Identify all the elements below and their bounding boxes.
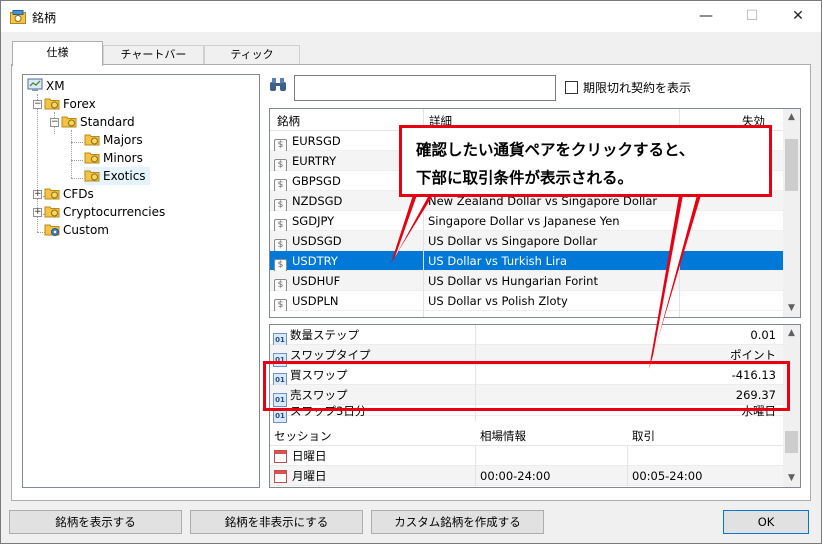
- title-bar: 銘柄 — ☐ ✕: [1, 1, 821, 32]
- swap-highlight-box: [263, 361, 790, 411]
- col-header-session: セッション: [274, 429, 332, 443]
- ok-button[interactable]: OK: [723, 510, 809, 534]
- symbol-detail: US Dollar vs Polish Zloty: [428, 294, 568, 308]
- server-icon: [27, 78, 43, 91]
- symbols-scrollbar[interactable]: ▲ ▼: [783, 109, 800, 317]
- symbol-detail: US Dollar vs Hungarian Forint: [428, 274, 598, 288]
- session-day: 月曜日: [292, 469, 327, 483]
- currency-symbol-icon: $: [274, 199, 287, 211]
- session-quote-hours: 00:00-24:00: [480, 469, 551, 483]
- calendar-icon: [274, 450, 287, 463]
- tree-node-standard[interactable]: Standard: [61, 113, 135, 131]
- symbol-search-input[interactable]: [294, 75, 556, 101]
- property-name: スワップタイプ: [290, 348, 371, 362]
- scroll-up-arrow[interactable]: ▲: [783, 325, 800, 342]
- session-row[interactable]: 月曜日 00:00-24:00 00:05-24:00: [270, 466, 784, 486]
- tree-node-minors[interactable]: Minors: [84, 149, 143, 167]
- symbol-row[interactable]: $ USDHUF US Dollar vs Hungarian Forint: [270, 271, 784, 291]
- symbol-row[interactable]: $ USDTRY US Dollar vs Turkish Lira: [270, 251, 784, 271]
- tree-node-cfds[interactable]: CFDs: [44, 185, 94, 203]
- symbol-tree[interactable]: XM − Forex − Standard Majors Minors Exot…: [22, 74, 260, 488]
- tree-node-forex[interactable]: Forex: [44, 95, 96, 113]
- symbols-app-icon: [10, 10, 26, 24]
- col-header-quote: 相場情報: [480, 429, 526, 443]
- symbol-name: EURSGD: [292, 134, 341, 148]
- symbol-detail: US Dollar vs Turkish Lira: [428, 254, 567, 268]
- show-expired-checkbox[interactable]: [565, 81, 578, 94]
- calendar-icon: [274, 470, 287, 483]
- expand-crypto-toggle[interactable]: +: [33, 208, 42, 217]
- symbols-window: 銘柄 — ☐ ✕ 仕様 チャートバー ティック XM − Forex − Sta…: [0, 0, 822, 544]
- folder-icon: [84, 134, 100, 146]
- session-trade-hours: 00:05-24:00: [632, 469, 703, 483]
- folder-icon: [84, 152, 100, 164]
- symbol-name: EURTRY: [292, 154, 337, 168]
- binoculars-icon[interactable]: [269, 77, 287, 93]
- symbol-name: SGDJPY: [292, 214, 335, 228]
- tree-node-cryptocurrencies[interactable]: Cryptocurrencies: [44, 203, 165, 221]
- scroll-down-arrow[interactable]: ▼: [783, 470, 800, 487]
- symbol-row[interactable]: $ USDPLN US Dollar vs Polish Zloty: [270, 291, 784, 311]
- maximize-button[interactable]: ☐: [729, 1, 775, 32]
- symbol-name: USDTRY: [292, 254, 338, 268]
- currency-symbol-icon: $: [274, 179, 287, 191]
- folder-icon: [44, 98, 60, 110]
- session-day: 日曜日: [292, 449, 327, 463]
- collapse-standard-toggle[interactable]: −: [50, 118, 59, 127]
- scroll-thumb[interactable]: [785, 139, 798, 191]
- custom-folder-icon: [44, 224, 60, 236]
- currency-symbol-icon: $: [274, 279, 287, 291]
- annotation-line-2: 下部に取引条件が表示される。: [416, 169, 634, 187]
- scroll-up-arrow[interactable]: ▲: [783, 109, 800, 126]
- currency-symbol-icon: $: [274, 259, 287, 271]
- property-row[interactable]: 01 数量ステップ 0.01: [270, 325, 784, 347]
- session-row[interactable]: 日曜日: [270, 446, 784, 466]
- currency-symbol-icon: $: [274, 299, 287, 311]
- folder-icon: [61, 116, 77, 128]
- scroll-thumb[interactable]: [785, 431, 798, 453]
- hide-symbol-button[interactable]: 銘柄を非表示にする: [190, 510, 363, 534]
- property-name: 数量ステップ: [290, 328, 359, 342]
- currency-symbol-icon: $: [274, 239, 287, 251]
- tree-node-custom[interactable]: Custom: [44, 221, 109, 239]
- show-expired-label: 期限切れ契約を表示: [583, 81, 692, 95]
- minimize-button[interactable]: —: [683, 1, 729, 32]
- collapse-forex-toggle[interactable]: −: [33, 100, 42, 109]
- tab-specification[interactable]: 仕様: [12, 41, 103, 66]
- symbol-name: USDSGD: [292, 234, 342, 248]
- scroll-down-arrow[interactable]: ▼: [783, 300, 800, 317]
- folder-icon: [84, 170, 100, 182]
- close-button[interactable]: ✕: [775, 1, 821, 32]
- folder-icon: [44, 206, 60, 218]
- expand-cfds-toggle[interactable]: +: [33, 190, 42, 199]
- symbol-row[interactable]: $ USDSGD US Dollar vs Singapore Dollar: [270, 231, 784, 251]
- sessions-header: セッション 相場情報 取引: [270, 426, 784, 446]
- folder-icon: [44, 188, 60, 200]
- col-header-trade: 取引: [632, 429, 655, 443]
- currency-symbol-icon: $: [274, 159, 287, 171]
- tab-chart-bars[interactable]: チャートバー: [103, 45, 204, 65]
- tree-node-exotics[interactable]: Exotics: [84, 167, 150, 185]
- currency-symbol-icon: $: [274, 219, 287, 231]
- symbol-row[interactable]: $ SGDJPY Singapore Dollar vs Japanese Yen: [270, 211, 784, 231]
- col-header-symbol[interactable]: 銘柄: [277, 113, 300, 129]
- window-title: 銘柄: [32, 11, 57, 25]
- property-icon: 01: [273, 409, 287, 423]
- annotation-callout: 確認したい通貨ペアをクリックすると、 下部に取引条件が表示される。: [399, 125, 772, 197]
- symbol-name: USDHUF: [292, 274, 341, 288]
- symbol-detail: Singapore Dollar vs Japanese Yen: [428, 214, 620, 228]
- symbol-name: GBPSGD: [292, 174, 341, 188]
- tab-ticks[interactable]: ティック: [204, 45, 300, 65]
- annotation-line-1: 確認したい通貨ペアをクリックすると、: [416, 141, 695, 159]
- symbol-detail: US Dollar vs Singapore Dollar: [428, 234, 598, 248]
- tree-node-xm[interactable]: XM: [27, 77, 65, 95]
- tree-node-majors[interactable]: Majors: [84, 131, 143, 149]
- symbol-name: USDPLN: [292, 294, 339, 308]
- property-value: 0.01: [750, 328, 776, 342]
- currency-symbol-icon: $: [274, 139, 287, 151]
- symbol-name: NZDSGD: [292, 194, 343, 208]
- show-symbol-button[interactable]: 銘柄を表示する: [9, 510, 182, 534]
- create-custom-symbol-button[interactable]: カスタム銘柄を作成する: [371, 510, 544, 534]
